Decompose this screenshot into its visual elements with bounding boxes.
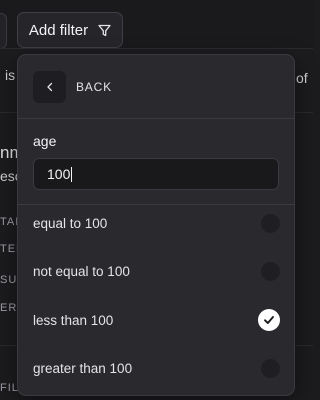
option-not-equal-to[interactable]: not equal to 100: [33, 257, 280, 285]
back-label: BACK: [76, 80, 112, 94]
add-filter-button[interactable]: Add filter: [17, 12, 123, 48]
chevron-left-icon: [46, 82, 52, 92]
background-label-fragment: SU: [0, 274, 18, 286]
panel-divider: [18, 118, 294, 119]
field-label: age: [33, 133, 57, 149]
panel-divider: [18, 204, 294, 205]
radio-unchecked[interactable]: [261, 358, 280, 378]
value-input-text: 100: [47, 166, 71, 182]
text-caret: [71, 166, 73, 182]
toolbar-button-partial[interactable]: [0, 13, 7, 49]
radio-unchecked[interactable]: [261, 261, 280, 281]
back-row[interactable]: BACK: [33, 71, 112, 103]
background-text-fragment: is: [5, 67, 16, 83]
filter-dropdown-panel: BACK age 100 equal to 100 not equal to 1…: [17, 54, 295, 396]
back-button[interactable]: [33, 71, 66, 103]
radio-unchecked[interactable]: [261, 213, 280, 233]
toolbar-divider: [0, 48, 313, 49]
option-label: less than 100: [33, 312, 114, 328]
add-filter-label: Add filter: [28, 21, 89, 39]
funnel-icon: [98, 24, 111, 36]
value-input[interactable]: 100: [33, 158, 279, 190]
radio-checked[interactable]: [258, 309, 280, 331]
option-label: equal to 100: [33, 215, 108, 231]
option-less-than[interactable]: less than 100: [33, 306, 280, 334]
option-greater-than[interactable]: greater than 100: [33, 354, 280, 382]
background-text-fragment: of: [296, 70, 308, 86]
option-label: not equal to 100: [33, 263, 130, 279]
checkmark-icon: [264, 316, 274, 324]
option-label: greater than 100: [33, 360, 133, 376]
option-equal-to[interactable]: equal to 100: [33, 209, 280, 237]
